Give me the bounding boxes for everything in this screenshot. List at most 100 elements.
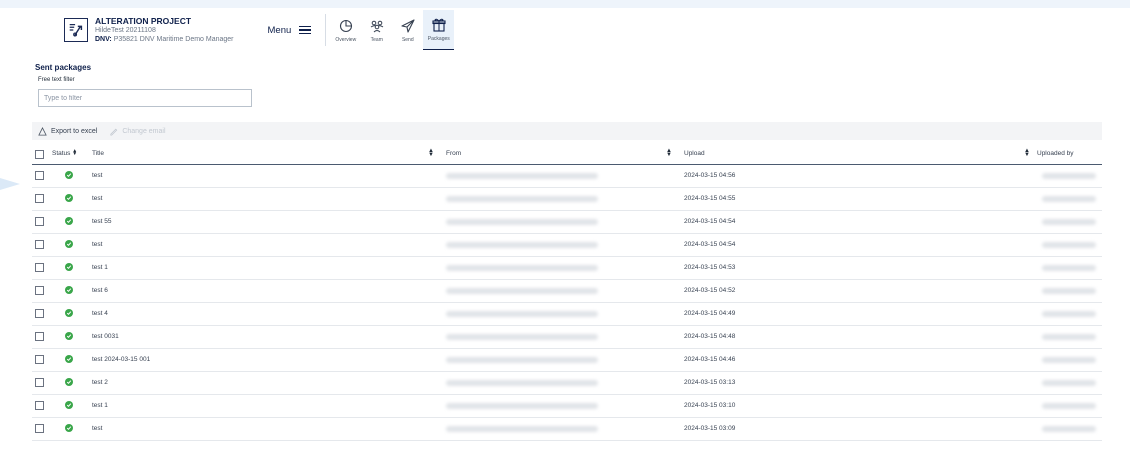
table-row[interactable]: test 6 2024-03-15 04:52 <box>32 280 1102 303</box>
change-email-button[interactable]: Change email <box>109 127 166 136</box>
sort-icon[interactable]: ▲ ▼ <box>666 148 672 158</box>
row-title: test 2024-03-15 001 <box>92 356 151 363</box>
status-ok-icon <box>65 240 73 248</box>
row-title: test <box>92 241 103 248</box>
top-accent-bar <box>0 0 1130 8</box>
table-row[interactable]: test 1 2024-03-15 03:10 <box>32 395 1102 418</box>
status-header-label: Status <box>52 150 71 157</box>
nav-label-send: Send <box>401 36 414 43</box>
status-ok-icon <box>65 194 73 202</box>
menu-label: Menu <box>267 24 292 36</box>
uploaded-by-column-header[interactable]: Uploaded by <box>1037 150 1074 157</box>
row-checkbox[interactable] <box>35 194 44 203</box>
row-checkbox[interactable] <box>35 355 44 364</box>
menu-button[interactable]: Menu <box>268 25 312 36</box>
row-title: test <box>92 195 103 202</box>
row-checkbox[interactable] <box>35 309 44 318</box>
row-upload: 2024-03-15 04:52 <box>684 287 736 294</box>
row-checkbox[interactable] <box>35 424 44 433</box>
pencil-icon <box>110 128 118 136</box>
row-upload: 2024-03-15 04:54 <box>684 218 736 225</box>
status-ok-icon <box>65 401 73 409</box>
row-from-redacted <box>446 357 598 363</box>
table-row[interactable]: test 0031 2024-03-15 04:48 <box>32 326 1102 349</box>
table-row[interactable]: test 2024-03-15 04:56 <box>32 165 1102 188</box>
nav-item-team[interactable]: Team <box>361 10 392 50</box>
sidebar-expand-arrow[interactable] <box>0 178 20 190</box>
row-checkbox[interactable] <box>35 240 44 249</box>
row-upload: 2024-03-15 04:54 <box>684 241 736 248</box>
nav-item-send[interactable]: Send <box>392 10 423 50</box>
project-subtitle: HildeTest 20211108 <box>95 26 156 34</box>
row-from-redacted <box>446 173 598 179</box>
table-row[interactable]: test 2024-03-15 04:54 <box>32 234 1102 257</box>
row-from-redacted <box>446 403 598 409</box>
table-row[interactable]: test 4 2024-03-15 04:49 <box>32 303 1102 326</box>
row-upload: 2024-03-15 04:56 <box>684 172 736 179</box>
team-icon <box>370 20 384 32</box>
row-title: test 1 <box>92 402 108 409</box>
hamburger-icon <box>299 25 312 35</box>
dnv-value: P35821 DNV Maritime Demo Manager <box>113 35 234 43</box>
nav-label-team: Team <box>370 36 383 43</box>
table-row[interactable]: test 2024-03-15 03:09 <box>32 418 1102 441</box>
nav-item-packages[interactable]: Packages <box>423 10 455 50</box>
table-row[interactable]: test 2024-03-15 001 2024-03-15 04:46 <box>32 349 1102 372</box>
row-from-redacted <box>446 265 598 271</box>
packages-icon <box>432 18 446 32</box>
packages-table: Status ▲ ▼ Title ▲ ▼ From ▲ ▼ Upload ▲ ▼ Upl… <box>32 146 1102 441</box>
row-checkbox[interactable] <box>35 286 44 295</box>
row-title: test 6 <box>92 287 108 294</box>
dnv-label: DNV: <box>95 35 112 43</box>
status-ok-icon <box>65 263 73 271</box>
main-nav: Overview Team Send Packages <box>330 10 455 50</box>
row-uploaded-by-redacted <box>1042 403 1096 409</box>
status-ok-icon <box>65 378 73 386</box>
sort-icon[interactable]: ▲ ▼ <box>1024 148 1030 158</box>
sort-icon[interactable]: ▲ ▼ <box>428 148 434 158</box>
status-column-header[interactable]: Status ▲ ▼ <box>52 149 77 157</box>
row-checkbox[interactable] <box>35 263 44 272</box>
row-uploaded-by-redacted <box>1042 357 1096 363</box>
row-checkbox[interactable] <box>35 332 44 341</box>
from-column-header[interactable]: From <box>446 150 461 157</box>
row-checkbox[interactable] <box>35 401 44 410</box>
table-row[interactable]: test 55 2024-03-15 04:54 <box>32 211 1102 234</box>
row-title: test 2 <box>92 379 108 386</box>
row-uploaded-by-redacted <box>1042 426 1096 432</box>
row-upload: 2024-03-15 03:10 <box>684 402 736 409</box>
upload-column-header[interactable]: Upload <box>684 150 705 157</box>
change-email-label: Change email <box>122 127 166 135</box>
export-label: Export to excel <box>51 127 98 135</box>
row-from-redacted <box>446 380 598 386</box>
nav-label-overview: Overview <box>335 36 357 43</box>
table-body: test 2024-03-15 04:56 test 2024-03-15 04… <box>32 165 1102 441</box>
row-from-redacted <box>446 426 598 432</box>
table-row[interactable]: test 2024-03-15 04:55 <box>32 188 1102 211</box>
row-checkbox[interactable] <box>35 217 44 226</box>
row-uploaded-by-redacted <box>1042 265 1096 271</box>
filter-input[interactable] <box>38 89 252 107</box>
table-row[interactable]: test 2 2024-03-15 03:13 <box>32 372 1102 395</box>
title-column-header[interactable]: Title <box>92 150 104 157</box>
export-icon <box>38 126 47 136</box>
project-name: ALTERATION PROJECT <box>95 15 192 26</box>
nav-divider <box>325 14 327 46</box>
select-all-checkbox[interactable] <box>35 150 44 159</box>
nav-item-overview[interactable]: Overview <box>330 10 361 50</box>
row-uploaded-by-redacted <box>1042 242 1096 248</box>
export-excel-button[interactable]: Export to excel <box>38 126 98 136</box>
overview-icon <box>339 19 352 32</box>
row-checkbox[interactable] <box>35 378 44 387</box>
status-ok-icon <box>65 332 73 340</box>
nav-label-packages: Packages <box>427 36 450 42</box>
row-uploaded-by-redacted <box>1042 219 1096 225</box>
table-row[interactable]: test 1 2024-03-15 04:53 <box>32 257 1102 280</box>
row-checkbox[interactable] <box>35 171 44 180</box>
status-ok-icon <box>65 424 73 432</box>
row-upload: 2024-03-15 03:13 <box>684 379 736 386</box>
app-header: ALTERATION PROJECT HildeTest 20211108 DN… <box>32 10 1102 50</box>
status-ok-icon <box>65 309 73 317</box>
status-ok-icon <box>65 286 73 294</box>
project-dnv: DNV: P35821 DNV Maritime Demo Manager <box>95 35 234 44</box>
